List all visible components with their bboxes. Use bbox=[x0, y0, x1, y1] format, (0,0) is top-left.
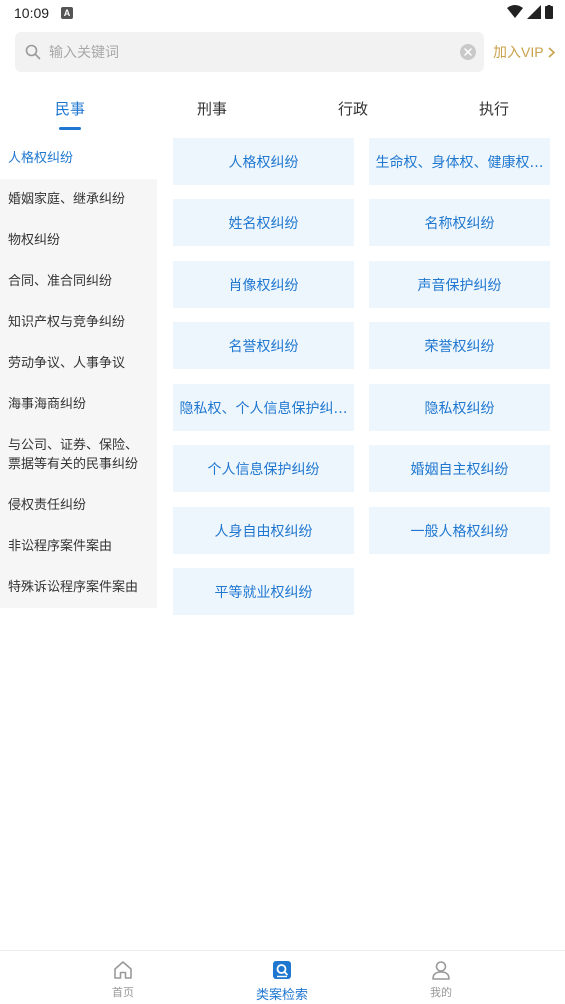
chevron-right-icon bbox=[548, 46, 555, 58]
tab-label: 刑事 bbox=[196, 100, 227, 118]
tab-label: 行政 bbox=[337, 100, 368, 118]
sidebar-item-label: 海事海商纠纷 bbox=[8, 397, 87, 412]
wifi-icon bbox=[507, 5, 523, 18]
grid-item-label: 人身自由权纠纷 bbox=[214, 523, 313, 540]
sidebar-item-contract[interactable]: 合同、准合同纠纷 bbox=[0, 261, 157, 302]
grid-item-label: 人格权纠纷 bbox=[228, 154, 299, 171]
status-time: 10:09 bbox=[14, 5, 50, 21]
category-tabs: 民事 刑事 行政 执行 bbox=[0, 88, 565, 132]
sidebar-item-label: 物权纠纷 bbox=[8, 233, 61, 248]
grid-item[interactable]: 平等就业权纠纷 bbox=[173, 568, 354, 615]
grid-item[interactable]: 婚姻自主权纠纷 bbox=[369, 445, 550, 492]
sidebar-item-label: 知识产权与竞争纠纷 bbox=[8, 315, 126, 330]
status-bar: 10:09 A bbox=[0, 0, 565, 26]
bottom-nav: 首页 类案检索 我的 bbox=[0, 950, 565, 1004]
grid-item[interactable]: 名称权纠纷 bbox=[369, 199, 550, 246]
sidebar-item-label: 特殊诉讼程序案件案由 bbox=[8, 580, 139, 595]
nav-home[interactable]: 首页 bbox=[73, 959, 173, 1000]
grid-item-label: 名誉权纠纷 bbox=[228, 338, 299, 355]
tab-civil[interactable]: 民事 bbox=[40, 88, 100, 132]
grid-item-label: 平等就业权纠纷 bbox=[214, 584, 313, 601]
grid-item[interactable]: 生命权、身体权、健康权… bbox=[369, 138, 550, 185]
nav-profile[interactable]: 我的 bbox=[391, 959, 491, 1000]
grid-item-label: 个人信息保护纠纷 bbox=[207, 461, 320, 478]
sidebar-item-label: 人格权纠纷 bbox=[8, 151, 74, 166]
sidebar-item-label: 侵权责任纠纷 bbox=[8, 498, 87, 513]
grid-item[interactable]: 一般人格权纠纷 bbox=[369, 507, 550, 554]
grid-item-label: 声音保护纠纷 bbox=[417, 277, 502, 294]
search-placeholder: 输入关键词 bbox=[49, 45, 119, 61]
app-notification-icon: A bbox=[61, 7, 74, 19]
tab-active-indicator bbox=[59, 127, 81, 130]
sidebar: 人格权纠纷 婚姻家庭、继承纠纷 物权纠纷 合同、准合同纠纷 知识产权与竞争纠纷 … bbox=[0, 138, 157, 608]
sidebar-item-labor[interactable]: 劳动争议、人事争议 bbox=[0, 343, 157, 384]
grid-item-label: 名称权纠纷 bbox=[424, 215, 495, 232]
grid-item-label: 婚姻自主权纠纷 bbox=[410, 461, 509, 478]
grid-item[interactable]: 人身自由权纠纷 bbox=[173, 507, 354, 554]
grid-item-label: 隐私权、个人信息保护纠… bbox=[179, 400, 348, 417]
grid-item-label: 荣誉权纠纷 bbox=[424, 338, 495, 355]
sidebar-item-ip-competition[interactable]: 知识产权与竞争纠纷 bbox=[0, 302, 157, 343]
tab-criminal[interactable]: 刑事 bbox=[182, 88, 242, 132]
tab-administrative[interactable]: 行政 bbox=[323, 88, 383, 132]
home-icon bbox=[114, 961, 132, 979]
tab-label: 民事 bbox=[54, 100, 85, 118]
sidebar-item-label: 合同、准合同纠纷 bbox=[8, 274, 113, 289]
grid-item[interactable]: 名誉权纠纷 bbox=[173, 322, 354, 369]
sidebar-item-non-litigation[interactable]: 非讼程序案件案由 bbox=[0, 526, 157, 567]
sidebar-item-label: 婚姻家庭、继承纠纷 bbox=[8, 192, 126, 207]
sidebar-item-tort[interactable]: 侵权责任纠纷 bbox=[0, 485, 157, 526]
sidebar-item-property-rights[interactable]: 物权纠纷 bbox=[0, 220, 157, 261]
nav-label: 我的 bbox=[430, 986, 452, 999]
status-indicators bbox=[507, 5, 553, 19]
search-input[interactable]: 输入关键词 bbox=[15, 32, 484, 72]
grid-item[interactable]: 荣誉权纠纷 bbox=[369, 322, 550, 369]
tab-label: 执行 bbox=[478, 100, 509, 118]
sidebar-item-personality-rights[interactable]: 人格权纠纷 bbox=[0, 138, 157, 179]
sidebar-item-label: 非讼程序案件案由 bbox=[8, 539, 113, 554]
grid-item-label: 生命权、身体权、健康权… bbox=[375, 154, 544, 171]
grid-item[interactable]: 肖像权纠纷 bbox=[173, 261, 354, 308]
join-vip-label: 加入VIP bbox=[493, 44, 544, 60]
search-icon bbox=[25, 44, 41, 60]
nav-case-search[interactable]: 类案检索 bbox=[232, 959, 332, 1003]
sidebar-item-marriage-family[interactable]: 婚姻家庭、继承纠纷 bbox=[0, 179, 157, 220]
grid-item[interactable]: 隐私权、个人信息保护纠… bbox=[173, 384, 354, 431]
sidebar-item-company-securities[interactable]: 与公司、证券、保险、票据等有关的民事纠纷 bbox=[0, 425, 157, 485]
search-row: 输入关键词 加入VIP bbox=[15, 32, 555, 72]
grid-item-label: 隐私权纠纷 bbox=[424, 400, 495, 417]
grid-item[interactable]: 人格权纠纷 bbox=[173, 138, 354, 185]
search-doc-icon bbox=[273, 961, 291, 979]
grid-item[interactable]: 声音保护纠纷 bbox=[369, 261, 550, 308]
battery-icon bbox=[545, 5, 553, 19]
user-icon bbox=[432, 961, 450, 980]
grid-item[interactable]: 个人信息保护纠纷 bbox=[173, 445, 354, 492]
sidebar-item-maritime[interactable]: 海事海商纠纷 bbox=[0, 384, 157, 425]
sidebar-item-special-procedure[interactable]: 特殊诉讼程序案件案由 bbox=[0, 567, 157, 608]
grid-item-label: 肖像权纠纷 bbox=[228, 277, 299, 294]
clear-icon[interactable] bbox=[460, 44, 476, 60]
signal-icon bbox=[527, 5, 541, 19]
sidebar-item-label: 与公司、证券、保险、票据等有关的民事纠纷 bbox=[8, 438, 139, 472]
nav-label: 首页 bbox=[112, 986, 134, 999]
join-vip-link[interactable]: 加入VIP bbox=[493, 42, 555, 62]
grid-item-label: 一般人格权纠纷 bbox=[410, 523, 509, 540]
grid-item-label: 姓名权纠纷 bbox=[228, 215, 299, 232]
grid-item[interactable]: 姓名权纠纷 bbox=[173, 199, 354, 246]
tab-enforcement[interactable]: 执行 bbox=[464, 88, 524, 132]
grid-item[interactable]: 隐私权纠纷 bbox=[369, 384, 550, 431]
sidebar-item-label: 劳动争议、人事争议 bbox=[8, 356, 126, 371]
nav-label: 类案检索 bbox=[255, 988, 308, 1003]
